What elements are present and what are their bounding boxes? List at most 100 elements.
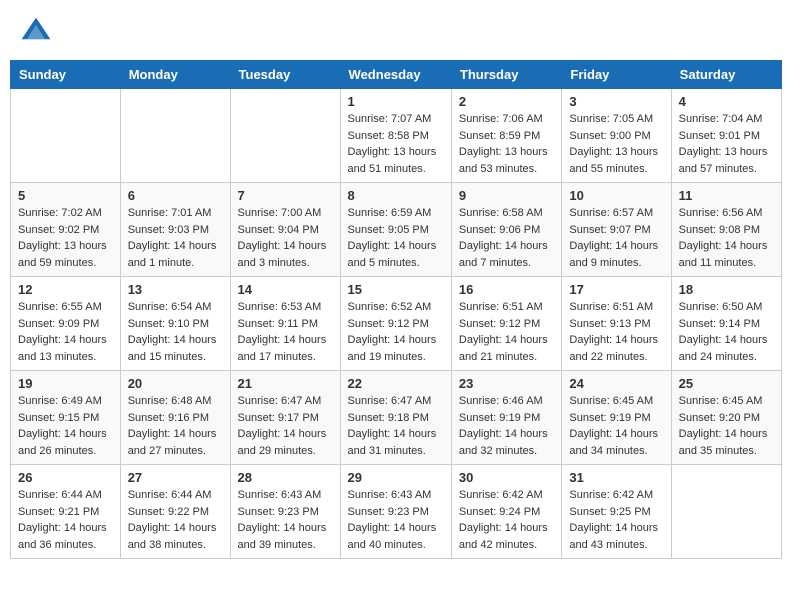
sunrise-text: Sunrise: 7:02 AM bbox=[18, 207, 102, 219]
sunrise-text: Sunrise: 6:57 AM bbox=[569, 207, 653, 219]
sunset-text: Sunset: 9:04 PM bbox=[238, 224, 319, 236]
calendar-cell: 19 Sunrise: 6:49 AM Sunset: 9:15 PM Dayl… bbox=[11, 371, 121, 465]
sunrise-text: Sunrise: 6:55 AM bbox=[18, 301, 102, 313]
calendar-cell: 29 Sunrise: 6:43 AM Sunset: 9:23 PM Dayl… bbox=[340, 465, 451, 559]
day-info: Sunrise: 6:53 AM Sunset: 9:11 PM Dayligh… bbox=[238, 299, 333, 365]
day-number: 26 bbox=[18, 470, 113, 485]
calendar-week-0: 1 Sunrise: 7:07 AM Sunset: 8:58 PM Dayli… bbox=[11, 89, 782, 183]
day-number: 25 bbox=[679, 376, 774, 391]
day-info: Sunrise: 6:47 AM Sunset: 9:17 PM Dayligh… bbox=[238, 393, 333, 459]
day-info: Sunrise: 6:57 AM Sunset: 9:07 PM Dayligh… bbox=[569, 205, 663, 271]
sunrise-text: Sunrise: 7:00 AM bbox=[238, 207, 322, 219]
day-info: Sunrise: 6:42 AM Sunset: 9:24 PM Dayligh… bbox=[459, 487, 554, 553]
day-info: Sunrise: 6:45 AM Sunset: 9:20 PM Dayligh… bbox=[679, 393, 774, 459]
sunrise-text: Sunrise: 6:46 AM bbox=[459, 395, 543, 407]
sunrise-text: Sunrise: 6:47 AM bbox=[238, 395, 322, 407]
day-number: 16 bbox=[459, 282, 554, 297]
day-number: 21 bbox=[238, 376, 333, 391]
sunset-text: Sunset: 9:24 PM bbox=[459, 506, 540, 518]
calendar-cell: 22 Sunrise: 6:47 AM Sunset: 9:18 PM Dayl… bbox=[340, 371, 451, 465]
sunrise-text: Sunrise: 6:54 AM bbox=[128, 301, 212, 313]
day-number: 12 bbox=[18, 282, 113, 297]
sunset-text: Sunset: 9:01 PM bbox=[679, 130, 760, 142]
sunset-text: Sunset: 9:15 PM bbox=[18, 412, 99, 424]
sunrise-text: Sunrise: 6:44 AM bbox=[18, 489, 102, 501]
daylight-text: Daylight: 14 hours and 24 minutes. bbox=[679, 334, 768, 363]
sunrise-text: Sunrise: 6:51 AM bbox=[459, 301, 543, 313]
sunrise-text: Sunrise: 6:42 AM bbox=[569, 489, 653, 501]
day-number: 15 bbox=[348, 282, 444, 297]
day-number: 24 bbox=[569, 376, 663, 391]
page-header bbox=[10, 10, 782, 54]
sunset-text: Sunset: 9:13 PM bbox=[569, 318, 650, 330]
calendar-cell: 13 Sunrise: 6:54 AM Sunset: 9:10 PM Dayl… bbox=[120, 277, 230, 371]
daylight-text: Daylight: 14 hours and 3 minutes. bbox=[238, 240, 327, 269]
daylight-text: Daylight: 14 hours and 17 minutes. bbox=[238, 334, 327, 363]
day-number: 6 bbox=[128, 188, 223, 203]
day-number: 30 bbox=[459, 470, 554, 485]
calendar-week-1: 5 Sunrise: 7:02 AM Sunset: 9:02 PM Dayli… bbox=[11, 183, 782, 277]
sunset-text: Sunset: 9:25 PM bbox=[569, 506, 650, 518]
day-info: Sunrise: 7:00 AM Sunset: 9:04 PM Dayligh… bbox=[238, 205, 333, 271]
sunrise-text: Sunrise: 6:56 AM bbox=[679, 207, 763, 219]
day-info: Sunrise: 6:58 AM Sunset: 9:06 PM Dayligh… bbox=[459, 205, 554, 271]
calendar-cell: 9 Sunrise: 6:58 AM Sunset: 9:06 PM Dayli… bbox=[451, 183, 561, 277]
day-number: 22 bbox=[348, 376, 444, 391]
calendar-week-2: 12 Sunrise: 6:55 AM Sunset: 9:09 PM Dayl… bbox=[11, 277, 782, 371]
calendar-cell: 17 Sunrise: 6:51 AM Sunset: 9:13 PM Dayl… bbox=[562, 277, 671, 371]
daylight-text: Daylight: 14 hours and 7 minutes. bbox=[459, 240, 548, 269]
sunset-text: Sunset: 9:12 PM bbox=[348, 318, 429, 330]
daylight-text: Daylight: 14 hours and 43 minutes. bbox=[569, 522, 658, 551]
sunrise-text: Sunrise: 6:45 AM bbox=[569, 395, 653, 407]
day-number: 2 bbox=[459, 94, 554, 109]
sunset-text: Sunset: 9:18 PM bbox=[348, 412, 429, 424]
weekday-header-tuesday: Tuesday bbox=[230, 61, 340, 89]
calendar-week-4: 26 Sunrise: 6:44 AM Sunset: 9:21 PM Dayl… bbox=[11, 465, 782, 559]
calendar-cell: 25 Sunrise: 6:45 AM Sunset: 9:20 PM Dayl… bbox=[671, 371, 781, 465]
daylight-text: Daylight: 14 hours and 42 minutes. bbox=[459, 522, 548, 551]
day-info: Sunrise: 7:05 AM Sunset: 9:00 PM Dayligh… bbox=[569, 111, 663, 177]
sunset-text: Sunset: 9:16 PM bbox=[128, 412, 209, 424]
day-number: 10 bbox=[569, 188, 663, 203]
calendar-cell: 26 Sunrise: 6:44 AM Sunset: 9:21 PM Dayl… bbox=[11, 465, 121, 559]
weekday-header-monday: Monday bbox=[120, 61, 230, 89]
calendar-cell: 12 Sunrise: 6:55 AM Sunset: 9:09 PM Dayl… bbox=[11, 277, 121, 371]
day-number: 19 bbox=[18, 376, 113, 391]
sunset-text: Sunset: 9:19 PM bbox=[459, 412, 540, 424]
day-number: 8 bbox=[348, 188, 444, 203]
day-info: Sunrise: 6:46 AM Sunset: 9:19 PM Dayligh… bbox=[459, 393, 554, 459]
sunset-text: Sunset: 9:10 PM bbox=[128, 318, 209, 330]
day-number: 1 bbox=[348, 94, 444, 109]
daylight-text: Daylight: 14 hours and 34 minutes. bbox=[569, 428, 658, 457]
calendar-cell: 28 Sunrise: 6:43 AM Sunset: 9:23 PM Dayl… bbox=[230, 465, 340, 559]
daylight-text: Daylight: 14 hours and 11 minutes. bbox=[679, 240, 768, 269]
sunrise-text: Sunrise: 6:50 AM bbox=[679, 301, 763, 313]
day-number: 17 bbox=[569, 282, 663, 297]
daylight-text: Daylight: 13 hours and 55 minutes. bbox=[569, 146, 658, 175]
sunset-text: Sunset: 9:20 PM bbox=[679, 412, 760, 424]
daylight-text: Daylight: 14 hours and 9 minutes. bbox=[569, 240, 658, 269]
day-info: Sunrise: 6:59 AM Sunset: 9:05 PM Dayligh… bbox=[348, 205, 444, 271]
daylight-text: Daylight: 14 hours and 13 minutes. bbox=[18, 334, 107, 363]
calendar-cell: 7 Sunrise: 7:00 AM Sunset: 9:04 PM Dayli… bbox=[230, 183, 340, 277]
calendar-cell bbox=[671, 465, 781, 559]
sunrise-text: Sunrise: 6:59 AM bbox=[348, 207, 432, 219]
day-number: 28 bbox=[238, 470, 333, 485]
daylight-text: Daylight: 13 hours and 53 minutes. bbox=[459, 146, 548, 175]
day-info: Sunrise: 6:56 AM Sunset: 9:08 PM Dayligh… bbox=[679, 205, 774, 271]
day-info: Sunrise: 7:06 AM Sunset: 8:59 PM Dayligh… bbox=[459, 111, 554, 177]
day-number: 29 bbox=[348, 470, 444, 485]
sunrise-text: Sunrise: 6:51 AM bbox=[569, 301, 653, 313]
sunrise-text: Sunrise: 6:49 AM bbox=[18, 395, 102, 407]
daylight-text: Daylight: 14 hours and 19 minutes. bbox=[348, 334, 437, 363]
daylight-text: Daylight: 14 hours and 40 minutes. bbox=[348, 522, 437, 551]
sunset-text: Sunset: 9:12 PM bbox=[459, 318, 540, 330]
sunrise-text: Sunrise: 6:47 AM bbox=[348, 395, 432, 407]
daylight-text: Daylight: 13 hours and 59 minutes. bbox=[18, 240, 107, 269]
sunrise-text: Sunrise: 7:07 AM bbox=[348, 113, 432, 125]
daylight-text: Daylight: 14 hours and 39 minutes. bbox=[238, 522, 327, 551]
day-number: 13 bbox=[128, 282, 223, 297]
sunrise-text: Sunrise: 7:06 AM bbox=[459, 113, 543, 125]
day-info: Sunrise: 6:48 AM Sunset: 9:16 PM Dayligh… bbox=[128, 393, 223, 459]
day-info: Sunrise: 6:44 AM Sunset: 9:21 PM Dayligh… bbox=[18, 487, 113, 553]
